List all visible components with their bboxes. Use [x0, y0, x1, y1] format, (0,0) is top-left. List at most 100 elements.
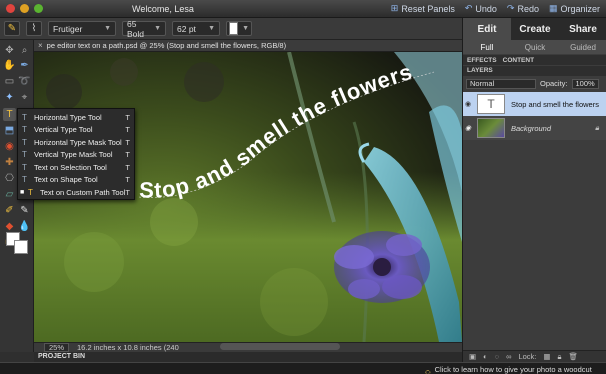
font-family-value: Frutiger [53, 23, 83, 34]
reset-panels-label: Reset Panels [401, 3, 455, 14]
close-icon[interactable]: × [38, 41, 43, 50]
project-bin-label[interactable]: PROJECT BIN [34, 352, 462, 362]
warp-text-icon[interactable]: ⌇ [26, 21, 42, 36]
document-tab-title: pe editor text on a path.psd @ 25% (Stop… [46, 41, 287, 50]
redo-icon: ↷ [506, 3, 515, 13]
reset-panels-button[interactable]: ⊞ Reset Panels [391, 3, 455, 14]
type-tool-preset-icon[interactable]: ✎ [4, 21, 20, 36]
menu-item-vertical-type-mask[interactable]: T Vertical Type Mask Tool T [18, 149, 134, 162]
menu-item-label: Horizontal Type Tool [34, 112, 102, 122]
crop-tool-icon[interactable]: ⬒ [3, 124, 16, 137]
tab-guided[interactable]: Guided [559, 40, 606, 54]
eyedropper-tool-icon[interactable]: ✒ [18, 59, 31, 72]
brush-tool-icon[interactable]: ✐ [3, 204, 16, 217]
tab-share[interactable]: Share [559, 18, 606, 40]
blend-mode-select[interactable]: Normal [466, 78, 536, 89]
background-layer-thumbnail [477, 118, 505, 138]
adjustment-layer-icon[interactable]: ◐ [483, 352, 488, 361]
redo-button[interactable]: ↷ Redo [507, 3, 539, 14]
marquee-tool-icon[interactable]: ▭ [3, 75, 16, 88]
font-size-value: 62 pt [177, 23, 196, 34]
zoom-tool-icon[interactable]: ⌕ [18, 44, 31, 57]
text-on-selection-icon: T [22, 162, 27, 172]
welcome-text: Welcome, Lesa [132, 4, 194, 14]
layers-panel-header[interactable]: LAYERS [463, 66, 606, 76]
font-family-select[interactable]: Frutiger ▼ [48, 21, 116, 36]
menu-item-label: Text on Selection Tool [34, 162, 107, 172]
clone-stamp-tool-icon[interactable]: ⎔ [3, 172, 16, 185]
close-window-button[interactable] [6, 4, 15, 13]
panel-tabs: EFFECTS CONTENT [463, 55, 606, 65]
menu-item-shortcut: T [125, 125, 130, 135]
lasso-tool-icon[interactable]: ➰ [18, 75, 31, 88]
healing-brush-tool-icon[interactable]: ✚ [3, 156, 16, 169]
selection-brush-tool-icon[interactable]: ⌖ [18, 91, 31, 104]
type-tool-icon[interactable]: T [3, 108, 16, 121]
menu-item-text-on-custom-path[interactable]: ■ T Text on Custom Path Tool T [18, 186, 134, 199]
hand-tool-icon[interactable]: ✋ [3, 59, 16, 72]
mask-icon[interactable]: ◌ [495, 352, 499, 361]
menu-item-text-on-shape[interactable]: T Text on Shape Tool T [18, 174, 134, 187]
options-bar: ✎ ⌇ Frutiger ▼ 65 Bold ▼ 62 pt ▼ ▼ [0, 18, 462, 40]
font-size-select[interactable]: 62 pt ▼ [172, 21, 220, 36]
lock-all-icon[interactable]: 🔒︎ [557, 352, 561, 362]
lock-transparent-icon[interactable]: ▦ [543, 352, 550, 361]
organizer-label: Organizer [560, 3, 600, 14]
tab-edit[interactable]: Edit [463, 18, 511, 40]
bottom-bar: 💡︎ Click to learn how to give your photo… [0, 362, 606, 374]
lock-label: Lock: [518, 352, 537, 361]
trash-icon[interactable]: 🗑︎ [568, 352, 578, 361]
visibility-eye-icon[interactable]: ◉ [463, 124, 473, 132]
chevron-down-icon: ▼ [154, 25, 161, 32]
window-controls [6, 4, 43, 13]
opacity-value: 100% [575, 78, 595, 88]
text-color-picker[interactable]: ▼ [226, 21, 252, 36]
menu-item-label: Text on Custom Path Tool [40, 187, 126, 197]
opacity-field[interactable]: 100% [571, 78, 599, 89]
layer-name: Stop and smell the flowers [511, 99, 599, 109]
zoom-window-button[interactable] [34, 4, 43, 13]
link-icon[interactable]: ∞ [506, 352, 511, 361]
menu-item-horizontal-type[interactable]: T Horizontal Type Tool T [18, 111, 134, 124]
menu-item-shortcut: T [125, 175, 130, 185]
red-eye-tool-icon[interactable]: ◉ [3, 140, 16, 153]
tip-link[interactable]: 💡︎ Click to learn how to give your photo… [425, 365, 606, 374]
tab-content[interactable]: CONTENT [503, 57, 534, 64]
document-tab[interactable]: × pe editor text on a path.psd @ 25% (St… [34, 40, 462, 52]
font-style-select[interactable]: 65 Bold ▼ [122, 18, 166, 39]
tab-effects[interactable]: EFFECTS [467, 57, 497, 64]
layer-row-background[interactable]: ◉ Background 🔒︎ [463, 116, 606, 140]
minimize-window-button[interactable] [20, 4, 29, 13]
tab-quick[interactable]: Quick [511, 40, 559, 54]
layers-panel-toolbar: ▣ ◐ ◌ ∞ Lock: ▦ 🔒︎ 🗑︎ [463, 350, 606, 362]
new-layer-icon[interactable]: ▣ [469, 352, 476, 361]
undo-button[interactable]: ↶ Undo [465, 3, 497, 14]
zoom-field[interactable]: 25% [44, 343, 70, 352]
menu-item-horizontal-type-mask[interactable]: T Horizontal Type Mask Tool T [18, 136, 134, 149]
organizer-icon: ▦ [548, 3, 558, 13]
text-on-custom-path-icon: T [28, 187, 33, 197]
menu-item-shortcut: T [125, 112, 130, 122]
move-tool-icon[interactable]: ✥ [3, 44, 16, 57]
tab-full[interactable]: Full [463, 40, 511, 54]
menu-item-label: Vertical Type Tool [34, 125, 93, 135]
background-color-swatch[interactable] [14, 240, 28, 254]
menu-item-label: Vertical Type Mask Tool [34, 150, 113, 160]
menu-item-text-on-selection[interactable]: T Text on Selection Tool T [18, 161, 134, 174]
menu-item-shortcut: T [125, 187, 130, 197]
redo-label: Redo [517, 3, 539, 14]
menu-item-vertical-type[interactable]: T Vertical Type Tool T [18, 124, 134, 137]
horizontal-type-mask-icon: T [22, 137, 27, 147]
eraser-tool-icon[interactable]: ▱ [3, 188, 16, 201]
font-style-value: 65 Bold [127, 18, 145, 39]
organizer-button[interactable]: ▦ Organizer [549, 3, 600, 14]
visibility-eye-icon[interactable]: ◉ [463, 100, 473, 108]
horizontal-scrollbar[interactable] [220, 343, 340, 350]
layer-row-text[interactable]: ◉ T Stop and smell the flowers [463, 92, 606, 116]
tab-create[interactable]: Create [511, 18, 559, 40]
mode-tabs: Edit Create Share [463, 18, 606, 40]
layer-name: Background [511, 123, 552, 133]
magic-wand-tool-icon[interactable]: ✦ [3, 91, 16, 104]
smart-brush-tool-icon[interactable]: ✎ [18, 204, 31, 217]
lock-icon: 🔒︎ [595, 123, 599, 132]
